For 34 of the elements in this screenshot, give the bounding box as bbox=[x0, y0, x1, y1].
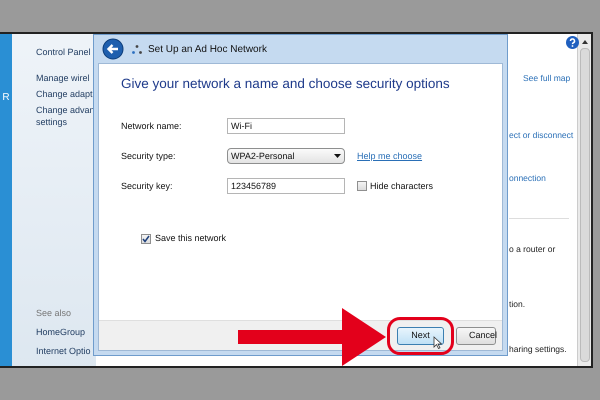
sidebar-title[interactable]: Control Panel bbox=[36, 46, 96, 60]
sidebar-link[interactable]: Manage wirel bbox=[36, 72, 96, 84]
see-also-link[interactable]: Internet Optio bbox=[36, 344, 96, 358]
pane-text: tion. bbox=[509, 298, 526, 311]
dialog-heading: Give your network a name and choose security options bbox=[121, 75, 451, 93]
pane-link[interactable]: onnection bbox=[509, 172, 577, 184]
scroll-up-icon[interactable] bbox=[582, 40, 588, 44]
dialog-title: Set Up an Ad Hoc Network bbox=[148, 42, 267, 56]
pane-text: haring settings. bbox=[509, 342, 568, 356]
text-field[interactable]: 123456789 bbox=[227, 178, 345, 194]
edge-text: R bbox=[2, 91, 10, 105]
field-label: Security key: bbox=[121, 180, 174, 193]
dropdown-arrow-icon bbox=[334, 154, 341, 158]
pane-link[interactable]: See full map bbox=[523, 72, 570, 85]
checkbox[interactable] bbox=[357, 181, 367, 192]
security-type-dropdown[interactable]: WPA2-Personal bbox=[227, 148, 345, 164]
sidebar-link[interactable]: Change adapt bbox=[36, 88, 96, 100]
pane-text: o a router or bbox=[509, 243, 556, 256]
checkbox[interactable] bbox=[141, 234, 151, 244]
mouse-cursor-icon bbox=[433, 336, 442, 348]
see-also-link[interactable]: HomeGroup bbox=[36, 326, 96, 340]
help-icon[interactable] bbox=[566, 36, 579, 49]
scroll-bar[interactable] bbox=[577, 34, 591, 366]
checkbox-label: Hide characters bbox=[370, 180, 434, 192]
help-link[interactable]: Help me choose bbox=[357, 150, 422, 163]
network-icon bbox=[132, 44, 142, 54]
checkbox-label: Save this network bbox=[155, 232, 226, 246]
text-field[interactable]: Wi-Fi bbox=[227, 118, 345, 134]
field-label: Security type: bbox=[121, 150, 177, 163]
field-label: Network name: bbox=[121, 120, 183, 132]
see-also-heading: See also bbox=[36, 306, 72, 320]
dialog-button[interactable]: Cancel bbox=[456, 326, 496, 344]
scroll-thumb[interactable] bbox=[580, 48, 590, 362]
pane-link[interactable]: ect or disconnect bbox=[509, 128, 577, 142]
